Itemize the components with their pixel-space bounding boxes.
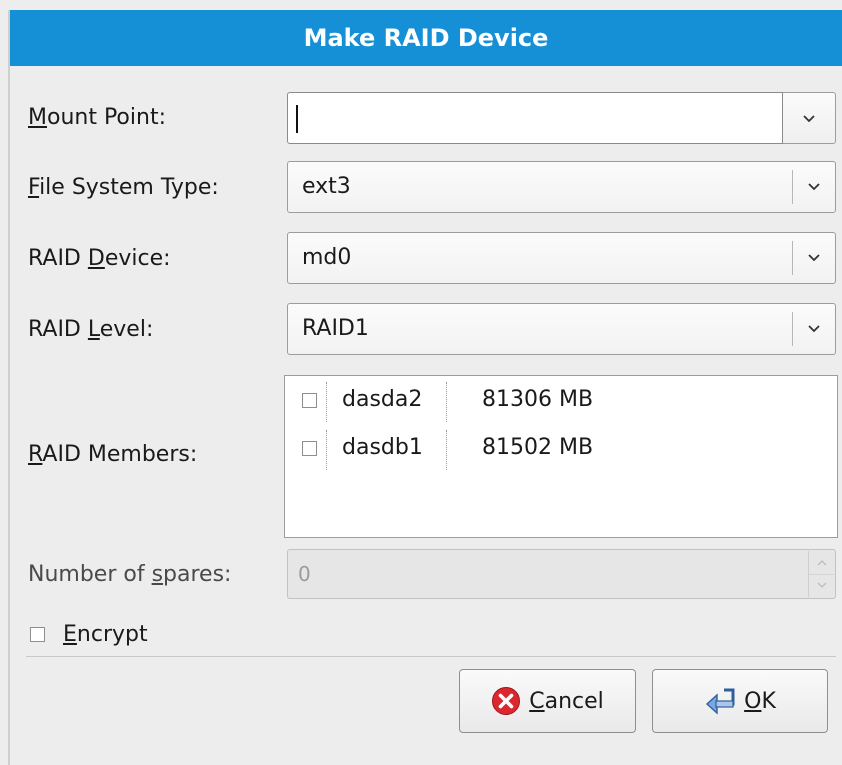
cancel-icon — [491, 686, 521, 716]
raid-members-label: RAID Members: — [28, 442, 198, 467]
raid-level-value: RAID1 — [302, 316, 369, 341]
ok-button[interactable]: OK — [652, 669, 828, 733]
raid-member-row-dasdb1[interactable]: dasdb1 81502 MB — [285, 430, 837, 470]
mount-point-combo[interactable] — [287, 92, 836, 144]
raid-member-checkbox[interactable] — [302, 393, 317, 408]
dialog-title: Make RAID Device — [10, 10, 842, 66]
column-separator — [326, 382, 327, 422]
chevron-down-icon — [802, 109, 816, 128]
chevron-down-icon — [793, 233, 835, 283]
encrypt-label: Encrypt — [63, 621, 148, 647]
raid-member-checkbox[interactable] — [302, 441, 317, 456]
mount-point-dropdown-button[interactable] — [783, 92, 836, 144]
chevron-down-icon — [793, 162, 835, 212]
encrypt-checkbox[interactable]: Encrypt — [30, 619, 148, 649]
raid-device-label: RAID Device: — [28, 246, 171, 271]
file-system-type-label: File System Type: — [28, 175, 219, 200]
column-separator — [446, 430, 447, 470]
cancel-button[interactable]: Cancel — [459, 669, 636, 733]
cancel-button-label: Cancel — [529, 688, 604, 714]
raid-level-label: RAID Level: — [28, 317, 154, 342]
chevron-down-icon — [793, 304, 835, 354]
column-separator — [446, 382, 447, 422]
number-of-spares-value: 0 — [298, 562, 311, 586]
file-system-type-value: ext3 — [302, 174, 351, 199]
raid-member-name: dasdb1 — [342, 435, 423, 460]
ok-button-label: OK — [744, 688, 776, 714]
raid-members-list[interactable]: dasda2 81306 MB dasdb1 81502 MB — [284, 375, 838, 538]
raid-device-select[interactable]: md0 — [287, 232, 836, 284]
raid-member-row-dasda2[interactable]: dasda2 81306 MB — [285, 382, 837, 422]
file-system-type-select[interactable]: ext3 — [287, 161, 836, 213]
number-of-spares-label: Number of spares: — [28, 562, 232, 587]
mount-point-label: Mount Point: — [28, 105, 166, 130]
dialog-border — [8, 10, 10, 765]
button-area-divider — [26, 656, 836, 657]
raid-member-size: 81306 MB — [482, 387, 594, 412]
spinner-buttons — [808, 551, 834, 597]
raid-member-name: dasda2 — [342, 387, 423, 412]
text-cursor — [296, 105, 298, 133]
raid-member-size: 81502 MB — [482, 435, 594, 460]
mount-point-input[interactable] — [287, 92, 783, 144]
ok-icon — [704, 687, 738, 715]
spin-up-icon — [809, 551, 834, 575]
number-of-spares-spinner: 0 — [287, 549, 836, 599]
column-separator — [326, 430, 327, 470]
spin-down-icon — [809, 574, 834, 597]
encrypt-checkbox-box[interactable] — [30, 626, 45, 642]
make-raid-device-dialog: Make RAID Device Mount Point: File Syste… — [0, 0, 842, 765]
raid-device-value: md0 — [302, 245, 352, 270]
raid-level-select[interactable]: RAID1 — [287, 303, 836, 355]
